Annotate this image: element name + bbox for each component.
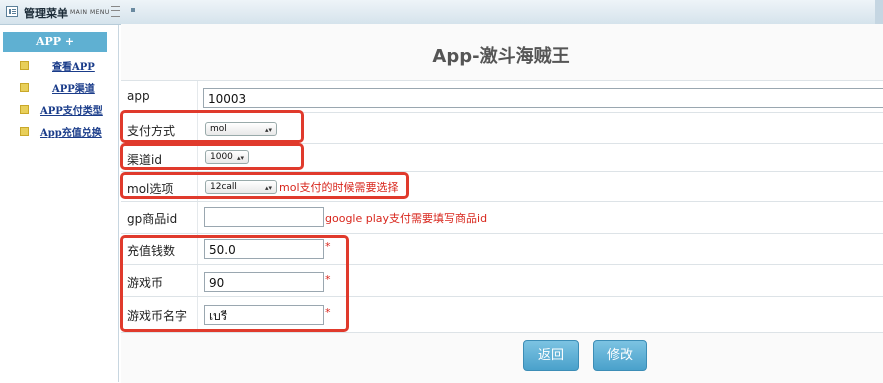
sidebar-item-label[interactable]: App充值兑换 [40,124,102,139]
form-row-gp-product: gp商品id google play支付需要填写商品id [121,201,883,234]
folder-icon [20,82,29,92]
form-row-app: app 10003 [121,80,883,113]
sidebar-item-app-pay-type[interactable]: APP支付类型 [20,101,103,117]
folder-icon [20,104,29,114]
menu-subtitle: MAIN MENU [70,9,110,16]
gp-product-hint: google play支付需要填写商品id [325,212,488,225]
topbar-edge [875,0,883,24]
sidebar-item-view-app[interactable]: 查看APP [20,57,95,73]
top-bar: 管理菜单 MAIN MENU [0,0,883,25]
highlight-mol-option [120,172,409,199]
sidebar-item-app-recharge[interactable]: App充值兑换 [20,123,102,139]
menu-icon [6,6,18,17]
toggle-menu-icon[interactable] [111,6,120,17]
field-label: gp商品id [127,212,178,226]
sidebar-item-label[interactable]: 查看APP [52,58,95,73]
highlight-amount-coins [120,235,349,332]
field-label: app [127,89,150,103]
divider [197,202,198,234]
app-field[interactable]: 10003 [203,88,883,108]
sidebar-item-app-channel[interactable]: APP渠道 [20,79,95,95]
gp-product-id-field[interactable] [204,207,324,227]
page-title: App-激斗海贼王 [432,46,570,67]
bullet-icon [131,8,135,12]
sidebar-header-app[interactable]: APP + [3,32,107,52]
sidebar-item-label[interactable]: APP渠道 [52,80,95,95]
divider [197,81,198,113]
sidebar: APP + 查看APP APP渠道 APP支付类型 App充值兑换 [0,25,119,382]
sidebar-item-label[interactable]: APP支付类型 [40,102,103,117]
folder-icon [20,60,29,70]
modify-button[interactable]: 修改 [593,340,647,371]
highlight-channel [120,143,304,170]
back-button[interactable]: 返回 [523,340,579,371]
form-actions: 返回 修改 [121,332,883,383]
menu-title: 管理菜单 [24,7,68,20]
folder-icon [20,126,29,136]
highlight-pay-method [120,110,304,143]
